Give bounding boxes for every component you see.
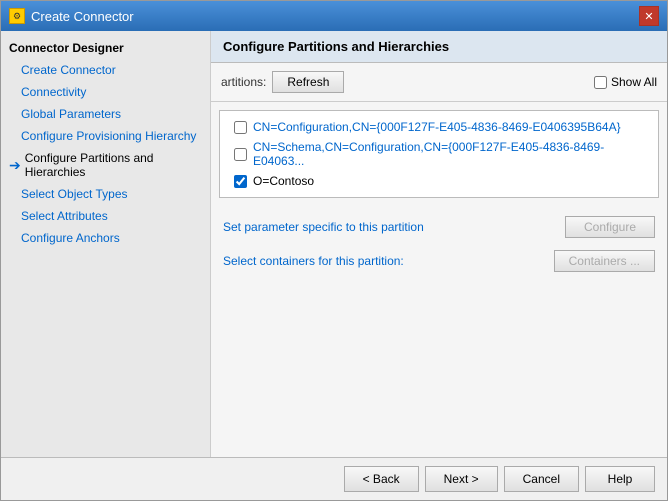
toolbar-row: artitions: Refresh Show All xyxy=(211,63,667,102)
sidebar-item-configure-provisioning-hierarchy[interactable]: Configure Provisioning Hierarchy xyxy=(1,125,210,147)
partition-row-0: CN=Configuration,CN={000F127F-E405-4836-… xyxy=(230,117,648,137)
main-panel: Configure Partitions and Hierarchies art… xyxy=(211,31,667,457)
partitions-list: CN=Configuration,CN={000F127F-E405-4836-… xyxy=(219,110,659,198)
cancel-button[interactable]: Cancel xyxy=(504,466,579,492)
sidebar-label-global-parameters: Global Parameters xyxy=(21,107,121,121)
containers-label: Select containers for this partition: xyxy=(223,254,404,268)
sidebar-item-configure-partitions[interactable]: ➔ Configure Partitions and Hierarchies xyxy=(1,147,210,183)
sidebar-label-configure-partitions: Configure Partitions and Hierarchies xyxy=(25,151,202,179)
partition-row-2: O=Contoso xyxy=(230,171,648,191)
partition-checkbox-1[interactable] xyxy=(234,148,247,161)
sidebar-label-create-connector: Create Connector xyxy=(21,63,116,77)
partition-label-1: CN=Schema,CN=Configuration,CN={000F127F-… xyxy=(253,140,644,168)
show-all-label: Show All xyxy=(611,75,657,89)
title-bar: ⚙ Create Connector ✕ xyxy=(1,1,667,31)
window-title: Create Connector xyxy=(31,9,134,24)
configure-button[interactable]: Configure xyxy=(565,216,655,238)
sidebar: Connector Designer Create Connector Conn… xyxy=(1,31,211,457)
info-section: Set parameter specific to this partition… xyxy=(211,206,667,457)
refresh-button[interactable]: Refresh xyxy=(272,71,344,93)
panel-header: Configure Partitions and Hierarchies xyxy=(211,31,667,63)
show-all-container: Show All xyxy=(594,75,657,89)
partitions-label: artitions: xyxy=(221,75,266,89)
footer: < Back Next > Cancel Help xyxy=(1,457,667,500)
partition-label-0: CN=Configuration,CN={000F127F-E405-4836-… xyxy=(253,120,621,134)
sidebar-item-connectivity[interactable]: Connectivity xyxy=(1,81,210,103)
main-window: ⚙ Create Connector ✕ Connector Designer … xyxy=(0,0,668,501)
sidebar-label-select-attributes: Select Attributes xyxy=(21,209,108,223)
panel-body: artitions: Refresh Show All CN=Configura… xyxy=(211,63,667,457)
configure-label: Set parameter specific to this partition xyxy=(223,220,424,234)
title-buttons: ✕ xyxy=(639,6,659,26)
sidebar-item-global-parameters[interactable]: Global Parameters xyxy=(1,103,210,125)
containers-button[interactable]: Containers ... xyxy=(554,250,655,272)
title-bar-left: ⚙ Create Connector xyxy=(9,8,134,24)
sidebar-item-create-connector[interactable]: Create Connector xyxy=(1,59,210,81)
configure-row: Set parameter specific to this partition… xyxy=(223,216,655,238)
help-button[interactable]: Help xyxy=(585,466,655,492)
content-area: Connector Designer Create Connector Conn… xyxy=(1,31,667,457)
next-button[interactable]: Next > xyxy=(425,466,498,492)
app-icon: ⚙ xyxy=(9,8,25,24)
close-button[interactable]: ✕ xyxy=(639,6,659,26)
partition-checkbox-2[interactable] xyxy=(234,175,247,188)
partition-label-2: O=Contoso xyxy=(253,174,314,188)
sidebar-header: Connector Designer xyxy=(1,37,210,59)
sidebar-label-connectivity: Connectivity xyxy=(21,85,86,99)
sidebar-item-configure-anchors[interactable]: Configure Anchors xyxy=(1,227,210,249)
sidebar-item-select-attributes[interactable]: Select Attributes xyxy=(1,205,210,227)
partition-row-1: CN=Schema,CN=Configuration,CN={000F127F-… xyxy=(230,137,648,171)
show-all-checkbox[interactable] xyxy=(594,76,607,89)
partition-checkbox-0[interactable] xyxy=(234,121,247,134)
containers-row: Select containers for this partition: Co… xyxy=(223,250,655,272)
sidebar-label-select-object-types: Select Object Types xyxy=(21,187,128,201)
sidebar-label-configure-provisioning-hierarchy: Configure Provisioning Hierarchy xyxy=(21,129,196,143)
sidebar-label-configure-anchors: Configure Anchors xyxy=(21,231,120,245)
current-arrow-icon: ➔ xyxy=(9,157,21,174)
back-button[interactable]: < Back xyxy=(344,466,419,492)
sidebar-item-select-object-types[interactable]: Select Object Types xyxy=(1,183,210,205)
